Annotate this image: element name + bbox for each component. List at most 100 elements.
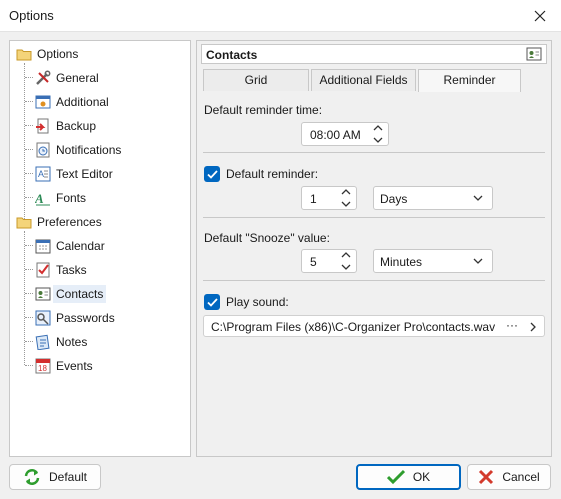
- chevron-up-icon: [341, 189, 351, 195]
- tree-item-label: Notifications: [56, 143, 122, 157]
- spinner-arrows[interactable]: [340, 252, 352, 270]
- panel-title: Contacts: [206, 48, 258, 62]
- tree-item-backup[interactable]: Backup: [35, 115, 96, 137]
- tab-label: Reminder: [443, 73, 496, 87]
- fonts-icon: A: [35, 190, 51, 206]
- reminder-amount-spinner[interactable]: 1: [301, 186, 357, 210]
- chevron-up-icon: [373, 125, 383, 131]
- tree-item-fonts[interactable]: A Fonts: [35, 187, 86, 209]
- chevron-up-icon: [341, 252, 351, 258]
- tree-item-notes[interactable]: Notes: [35, 331, 87, 353]
- cancel-button[interactable]: Cancel: [467, 464, 551, 490]
- chevron-down-icon: [341, 264, 351, 270]
- tree-item-label: Tasks: [56, 263, 87, 277]
- tree-item-label: Additional: [56, 95, 109, 109]
- tree-item-additional[interactable]: Additional: [35, 91, 109, 113]
- ok-button[interactable]: OK: [356, 464, 461, 490]
- spinner-arrows[interactable]: [340, 189, 352, 207]
- sound-file-field[interactable]: C:\Program Files (x86)\C-Organizer Pro\c…: [203, 315, 545, 337]
- panel-header: Contacts: [201, 44, 547, 64]
- default-reminder-label: Default reminder:: [226, 167, 319, 181]
- browse-button[interactable]: ···: [506, 318, 518, 332]
- svg-text:A: A: [38, 169, 44, 179]
- ok-button-label: OK: [412, 470, 431, 484]
- tree-group-label: Preferences: [37, 215, 102, 229]
- events-icon: 18: [35, 358, 51, 374]
- contacts-icon: [526, 47, 542, 64]
- checkmark-icon: [386, 469, 405, 485]
- tree-item-tasks[interactable]: Tasks: [35, 259, 87, 281]
- refresh-icon: [23, 468, 41, 486]
- play-sound-label: Play sound:: [226, 295, 289, 309]
- tree-item-label: Events: [56, 359, 93, 373]
- chevron-down-icon: [341, 201, 351, 207]
- notes-icon: [35, 334, 51, 350]
- default-button-label: Default: [48, 470, 88, 484]
- tree-item-calendar[interactable]: Calendar: [35, 235, 105, 257]
- reminder-unit-value: Days: [380, 192, 408, 206]
- folder-icon: [16, 46, 32, 62]
- contacts-icon: [35, 286, 51, 302]
- title-bar: Options: [0, 0, 561, 32]
- tree-item-general[interactable]: General: [35, 67, 99, 89]
- checkbox-checked-icon[interactable]: [204, 166, 220, 182]
- tab-label: Grid: [244, 73, 268, 87]
- cancel-x-icon: [478, 469, 494, 485]
- reminder-time-spinner[interactable]: 08:00 AM: [301, 122, 389, 146]
- close-icon: [534, 10, 546, 22]
- chevron-down-icon: [473, 195, 483, 201]
- text-editor-icon: A: [35, 166, 51, 182]
- snooze-unit-value: Minutes: [380, 255, 423, 269]
- snooze-amount-value: 5: [310, 255, 317, 269]
- tree-item-notifications[interactable]: Notifications: [35, 139, 121, 161]
- tree-group-preferences[interactable]: Preferences: [16, 211, 102, 233]
- svg-text:A: A: [35, 191, 44, 206]
- tree-item-events[interactable]: 18 Events: [35, 355, 93, 377]
- tree-group-label: Options: [37, 47, 79, 61]
- backup-icon: [35, 118, 51, 134]
- tree-item-passwords[interactable]: Passwords: [35, 307, 115, 329]
- notification-icon: [35, 142, 51, 158]
- tasks-icon: [35, 262, 51, 278]
- reminder-time-value: 08:00 AM: [310, 128, 361, 142]
- settings-panel: Contacts Grid Additional Fields Reminder…: [196, 40, 552, 457]
- divider: [203, 280, 545, 281]
- reminder-unit-select[interactable]: Days: [373, 186, 493, 210]
- reminder-amount-value: 1: [310, 192, 317, 206]
- play-sound-checkbox-row[interactable]: Play sound:: [204, 294, 289, 310]
- snooze-label: Default "Snooze" value:: [204, 231, 330, 245]
- snooze-amount-spinner[interactable]: 5: [301, 249, 357, 273]
- folder-icon: [16, 214, 32, 230]
- chevron-right-icon[interactable]: [530, 322, 536, 332]
- window-title: Options: [9, 8, 54, 23]
- sound-file-path: C:\Program Files (x86)\C-Organizer Pro\c…: [211, 320, 496, 334]
- default-button[interactable]: Default: [9, 464, 101, 490]
- tree-item-label: Passwords: [56, 311, 115, 325]
- tree-group-options[interactable]: Options: [16, 43, 78, 65]
- spinner-arrows[interactable]: [372, 125, 384, 143]
- tools-icon: [35, 70, 51, 86]
- divider: [203, 152, 545, 153]
- cancel-button-label: Cancel: [502, 470, 540, 484]
- tree-item-text-editor[interactable]: A Text Editor: [35, 163, 113, 185]
- tree-item-label: General: [56, 71, 99, 85]
- options-tree[interactable]: Options General Additional Backup Notifi…: [9, 40, 191, 457]
- tree-item-label: Calendar: [56, 239, 105, 253]
- default-reminder-checkbox-row[interactable]: Default reminder:: [204, 166, 318, 182]
- tab-grid[interactable]: Grid: [203, 69, 309, 91]
- settings-window-icon: [35, 94, 51, 110]
- snooze-unit-select[interactable]: Minutes: [373, 249, 493, 273]
- close-button[interactable]: [523, 3, 557, 29]
- tab-label: Additional Fields: [319, 73, 408, 87]
- tree-item-label: Notes: [56, 335, 88, 349]
- tab-additional-fields[interactable]: Additional Fields: [311, 69, 416, 91]
- chevron-down-icon: [473, 258, 483, 264]
- svg-text:18: 18: [38, 364, 47, 373]
- checkbox-checked-icon[interactable]: [204, 294, 220, 310]
- tree-item-contacts[interactable]: Contacts: [35, 283, 107, 305]
- divider: [203, 217, 545, 218]
- reminder-time-label: Default reminder time:: [204, 103, 323, 117]
- passwords-icon: [35, 310, 51, 326]
- tab-reminder[interactable]: Reminder: [418, 69, 521, 92]
- tree-item-label: Text Editor: [56, 167, 113, 181]
